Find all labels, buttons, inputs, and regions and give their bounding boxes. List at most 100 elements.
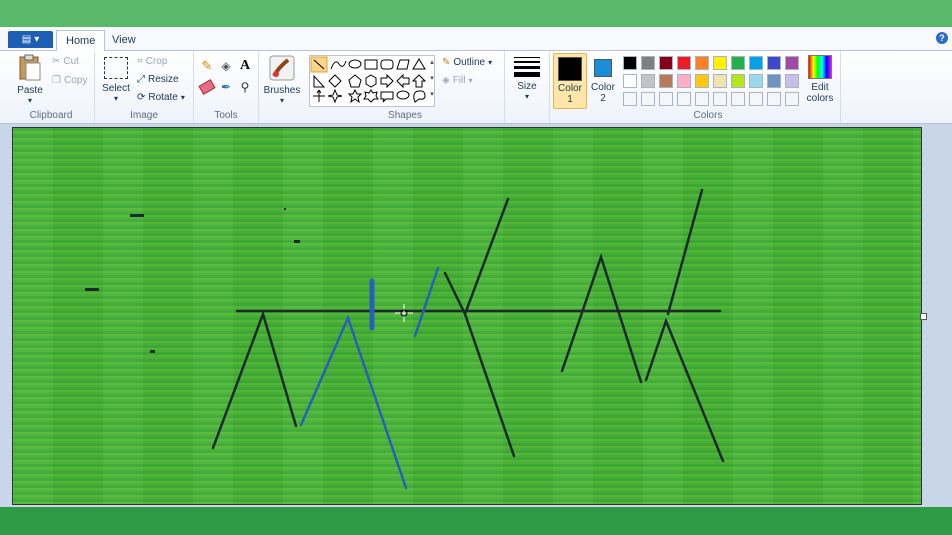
magnifier-icon[interactable]: ⚲ [236,78,254,96]
crop-icon: ⌗ [137,56,143,67]
copy-button[interactable]: ❐ Copy [52,75,87,86]
text-icon[interactable]: A [236,57,254,75]
outline-label: Outline [453,57,486,68]
palette-swatch[interactable] [659,56,673,70]
dropdown-arrow-icon: ▾ [27,96,32,105]
palette-swatch[interactable] [695,92,709,106]
palette-swatch[interactable] [785,74,799,88]
active-colors-group: Color 1 Color 2 [550,51,620,123]
palette-swatch[interactable] [731,74,745,88]
palette-swatch[interactable] [695,56,709,70]
brushes-group: Brushes ▾ [259,51,305,123]
pencil-icon[interactable]: ✎ [198,57,216,75]
select-label: Select [102,83,130,94]
edit-colors-label-2: colors [806,93,834,104]
crop-label: Crop [145,56,168,67]
palette-swatch[interactable] [749,92,763,106]
palette-swatch[interactable] [767,74,781,88]
clipboard-group-label: Clipboard [29,110,73,121]
palette-swatch[interactable] [641,56,655,70]
dropdown-arrow-icon: ▾ [180,93,185,102]
color1-button[interactable]: Color 1 [553,53,587,109]
palette-swatch[interactable] [677,92,691,106]
outline-button[interactable]: ✎ Outline ▾ [442,57,492,68]
select-button[interactable]: Select ▾ [99,54,133,103]
color1-number: 1 [567,94,573,105]
fill-button[interactable]: ◈ Fill ▾ [442,75,473,86]
palette-swatch[interactable] [731,92,745,106]
rotate-button[interactable]: ⟳ Rotate ▾ [137,92,185,103]
palette-swatch[interactable] [623,74,637,88]
color1-swatch [558,57,582,81]
select-rectangle-icon [104,57,128,79]
size-button[interactable]: Size ▾ [510,55,544,101]
paste-button[interactable]: Paste ▾ [12,54,48,105]
brushes-label: Brushes [263,85,301,96]
color2-button[interactable]: Color 2 [588,54,618,104]
outline-pen-icon: ✎ [442,57,451,68]
palette-swatch[interactable] [641,74,655,88]
scissors-icon: ✂ [52,56,61,67]
palette-swatch[interactable] [713,74,727,88]
resize-label: Resize [148,74,179,85]
shapes-group-label: Shapes [388,110,422,121]
palette-swatch[interactable] [623,92,637,106]
tools-grid: ✎ ◈ A ✒ ⚲ [198,57,256,96]
brushes-button[interactable]: Brushes ▾ [263,54,301,105]
palette-swatch[interactable] [785,92,799,106]
black-strokes [211,188,725,463]
palette-swatch[interactable] [713,56,727,70]
palette-swatch[interactable] [623,56,637,70]
palette-swatch[interactable] [677,56,691,70]
edit-colors-label: Edit [811,82,829,93]
menu-icon: ▤ [21,34,32,45]
colors-group-label: Colors [693,110,723,121]
palette-swatch[interactable] [785,56,799,70]
tools-group: ✎ ◈ A ✒ ⚲ Tools [194,51,259,123]
crop-button[interactable]: ⌗ Crop [137,56,167,67]
cut-button[interactable]: ✂ Cut [52,56,79,67]
color-picker-icon[interactable]: ✒ [217,78,235,96]
paste-icon [19,54,41,81]
image-group: Select ▾ ⌗ Crop ⤢ Resize ⟳ Rotate ▾ Image [95,51,194,123]
edit-colors-button[interactable]: Edit colors [802,55,838,104]
color2-number: 2 [600,93,606,104]
rotate-label: Rotate [148,92,178,103]
resize-icon: ⤢ [137,74,145,85]
help-icon[interactable]: ? [936,32,948,44]
fill-label: Fill [452,75,466,86]
palette-swatch[interactable] [641,92,655,106]
top-background-band [0,0,952,27]
drawing-canvas[interactable] [12,127,922,505]
palette-swatch[interactable] [731,56,745,70]
palette-swatch[interactable] [749,56,763,70]
fill-bucket-icon[interactable]: ◈ [217,57,235,75]
shapes-gallery-icons [310,56,427,104]
fill-bucket-icon: ◈ [442,75,450,86]
canvas-resize-handle-right[interactable] [920,313,927,320]
tab-home[interactable]: Home [56,30,106,51]
dropdown-arrow-icon: ▾ [279,96,284,105]
rotate-icon: ⟳ [137,92,146,103]
color-wheel-icon [808,55,832,79]
tab-view[interactable]: View [103,30,145,50]
palette-swatch[interactable] [695,74,709,88]
dropdown-arrow-icon: ▾ [468,76,473,85]
dropdown-arrow-icon: ▾ [524,92,529,101]
shapes-scroll[interactable]: ▴ ▾ ▾ [427,55,437,105]
clipboard-group: Paste ▾ ✂ Cut ❐ Copy Clipboard [8,51,95,123]
dropdown-arrow-icon: ▾ [34,34,40,45]
palette-swatch[interactable] [659,74,673,88]
palette-swatch[interactable] [713,92,727,106]
eraser-icon[interactable] [198,78,216,96]
canvas-drawing [85,188,725,490]
palette-swatch[interactable] [749,74,763,88]
copy-icon: ❐ [52,75,61,86]
ribbon-tab-bar: ▤ ▾ Home View ? [0,27,952,51]
app-menu-button[interactable]: ▤ ▾ [8,31,53,48]
resize-button[interactable]: ⤢ Resize [137,74,179,85]
palette-swatch[interactable] [767,92,781,106]
palette-swatch[interactable] [767,56,781,70]
palette-swatch[interactable] [659,92,673,106]
palette-swatch[interactable] [677,74,691,88]
